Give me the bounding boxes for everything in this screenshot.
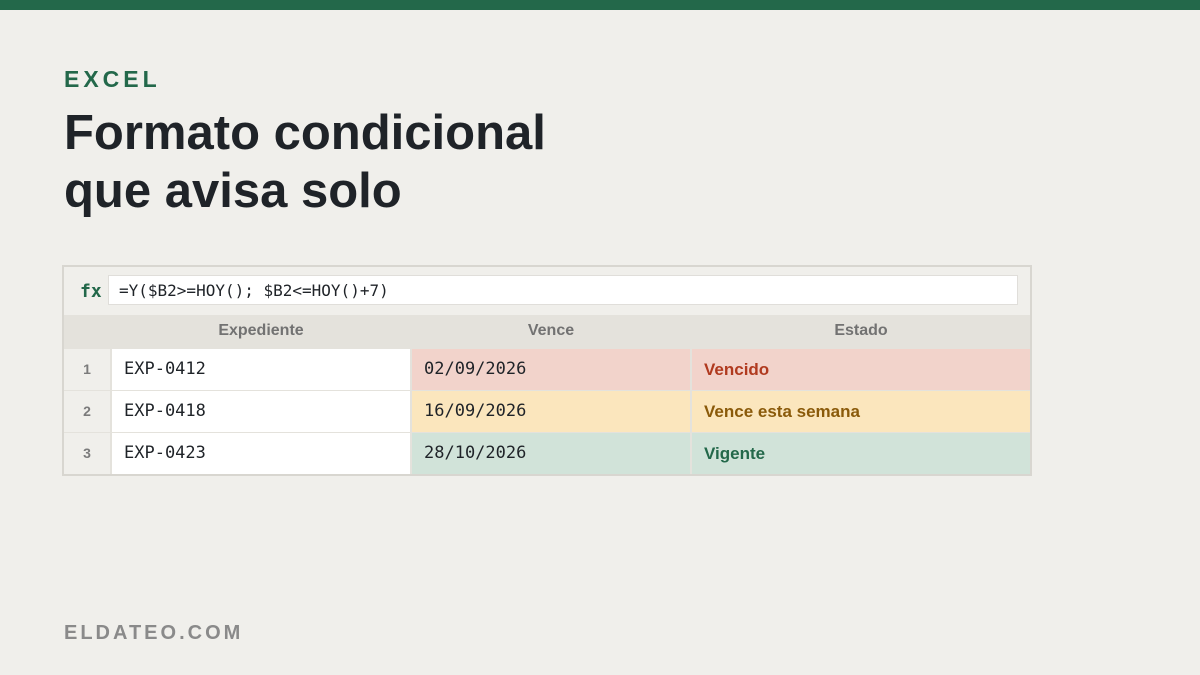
cell-estado[interactable]: Vence esta semana bbox=[692, 391, 1030, 432]
table-row: 3 EXP-0423 28/10/2026 Vigente bbox=[64, 433, 1030, 474]
cell-estado[interactable]: Vigente bbox=[692, 433, 1030, 474]
top-accent-bar bbox=[0, 0, 1200, 10]
cell-vence[interactable]: 16/09/2026 bbox=[412, 391, 690, 432]
fx-icon: fx bbox=[80, 281, 102, 302]
column-header-expediente[interactable]: Expediente bbox=[112, 315, 410, 347]
column-header-row: Expediente Vence Estado bbox=[64, 315, 1030, 347]
row-number[interactable]: 1 bbox=[64, 349, 110, 390]
title-line-1: Formato condicional bbox=[64, 106, 546, 160]
page-title: Formato condicional que avisa solo bbox=[64, 104, 546, 220]
cell-expediente[interactable]: EXP-0418 bbox=[112, 391, 410, 432]
formula-bar: fx =Y($B2>=HOY(); $B2<=HOY()+7) bbox=[64, 267, 1030, 315]
table-row: 1 EXP-0412 02/09/2026 Vencido bbox=[64, 349, 1030, 390]
cell-estado[interactable]: Vencido bbox=[692, 349, 1030, 390]
row-number[interactable]: 3 bbox=[64, 433, 110, 474]
row-number[interactable]: 2 bbox=[64, 391, 110, 432]
column-header-estado[interactable]: Estado bbox=[692, 315, 1030, 347]
cell-vence[interactable]: 28/10/2026 bbox=[412, 433, 690, 474]
cell-expediente[interactable]: EXP-0412 bbox=[112, 349, 410, 390]
column-header-vence[interactable]: Vence bbox=[412, 315, 690, 347]
formula-input[interactable]: =Y($B2>=HOY(); $B2<=HOY()+7) bbox=[108, 275, 1018, 305]
cell-vence[interactable]: 02/09/2026 bbox=[412, 349, 690, 390]
title-line-2: que avisa solo bbox=[64, 164, 402, 218]
eyebrow-label: EXCEL bbox=[64, 66, 161, 92]
spreadsheet: fx =Y($B2>=HOY(); $B2<=HOY()+7) Expedien… bbox=[62, 265, 1032, 476]
table-row: 2 EXP-0418 16/09/2026 Vence esta semana bbox=[64, 391, 1030, 432]
site-footer: ELDATEO.COM bbox=[64, 622, 244, 644]
cell-expediente[interactable]: EXP-0423 bbox=[112, 433, 410, 474]
